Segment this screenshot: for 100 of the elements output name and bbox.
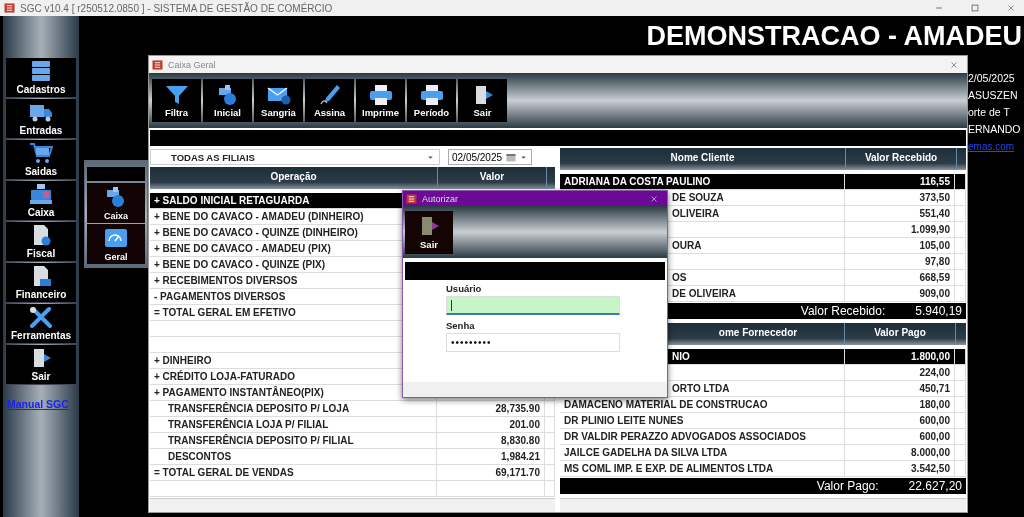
app-title: SGC v10.4 [ r250512.0850 ] - SISTEMA DE GESTÃO DE COMÉRCIO — [20, 2, 334, 14]
table-cell: JAILCE GADELHA DA SILVA LTDA — [564, 447, 728, 458]
table-cell: TRANSFERÊNCIA LOJA P/ FILIAL — [168, 419, 329, 430]
app-icon — [406, 193, 417, 204]
total-value: 22.627,20 — [908, 479, 962, 493]
table-cell: + CRÉDITO LOJA-FATURADO — [154, 371, 296, 382]
submenu-button[interactable]: Caixa — [87, 183, 145, 223]
sidebar-button[interactable]: Entradas — [6, 99, 76, 139]
date-field[interactable]: 02/05/2025 — [448, 149, 532, 165]
toolbar-button[interactable]: Sair — [405, 210, 453, 254]
table-row[interactable]: ADRIANA DA COSTA PAULINO 116,55 — [560, 174, 966, 190]
table-cell: DR VALDIR PERAZZO ADVOGADOS ASSOCIADOS — [564, 431, 806, 442]
table-row[interactable]: = TOTAL GERAL DE VENDAS 69,171.70 — [150, 465, 555, 481]
table-cell: + BENE DO CAVACO - AMADEU (PIX) — [154, 243, 331, 254]
toolbar-button[interactable]: Período — [407, 79, 456, 122]
toolbar-button[interactable]: Imprime — [356, 79, 405, 122]
table-cell: = TOTAL GERAL DE VENDAS — [154, 467, 294, 478]
table-cell: 600,00 — [919, 431, 950, 442]
table-cell: 180,00 — [919, 399, 950, 410]
panel-header — [87, 167, 145, 181]
column-header[interactable]: Valor — [479, 171, 505, 182]
user-field[interactable] — [446, 296, 620, 315]
table-cell: 600,00 — [919, 415, 950, 426]
info-text: orte de T — [968, 105, 1011, 120]
table-cell: DE SOUZA — [672, 192, 724, 203]
table-cell: + RECEBIMENTOS DIVERSOS — [154, 275, 298, 286]
table-cell: 224,00 — [919, 367, 950, 378]
table-cell: 8.000,00 — [911, 447, 950, 458]
table-row[interactable]: JAILCE GADELHA DA SILVA LTDA 8.000,00 — [560, 445, 966, 461]
table-row[interactable]: TRANSFERÊNCIA LOJA P/ FILIAL 201.00 — [150, 417, 555, 433]
total-label: Valor Recebido: — [800, 304, 886, 318]
column-header[interactable]: Valor Recebido — [864, 152, 938, 163]
table-cell: - PAGAMENTOS DIVERSOS — [154, 291, 286, 302]
sidebar-button[interactable]: Ferramentas — [6, 304, 76, 344]
dialog-title: Autorizar — [422, 193, 459, 204]
toolbar-button[interactable]: Filtra — [152, 79, 201, 122]
table-cell: + BENE DO CAVACO - QUINZE (DINHEIRO) — [154, 227, 358, 238]
toolbar-button[interactable]: Sangria — [254, 79, 303, 122]
toolbar-button[interactable]: Assina — [305, 79, 354, 122]
column-header[interactable]: ome Fornecedor — [718, 327, 798, 338]
column-header[interactable]: Nome Cliente — [670, 152, 735, 163]
table-cell: = TOTAL GERAL EM EFETIVO — [154, 307, 296, 318]
table-cell: + PAGAMENTO INSTANTÂNEO(PIX) — [154, 387, 324, 398]
close-button[interactable] — [1006, 3, 1016, 13]
table-cell: 373,50 — [919, 192, 950, 203]
info-text: ERNANDO — [968, 122, 1021, 137]
table-cell: OLIVEIRA — [672, 208, 720, 219]
toolbar-button[interactable]: Inicial — [203, 79, 252, 122]
app-icon — [152, 59, 163, 70]
register-icon — [29, 183, 53, 205]
sidebar-button[interactable]: Saidas — [6, 140, 76, 180]
info-text: ASUSZEN — [968, 88, 1019, 103]
close-button[interactable] — [949, 59, 959, 70]
table-row[interactable]: DR PLINIO LEITE NUNES 600,00 — [560, 413, 966, 429]
table-cell: DAMACENO MATERIAL DE CONSTRUCAO — [564, 399, 768, 410]
tools-icon — [29, 306, 53, 328]
sidebar-button[interactable]: Caixa — [6, 181, 76, 221]
table-cell: 668,59 — [919, 272, 950, 283]
table-cell: 1.800,00 — [911, 351, 950, 362]
maximize-button[interactable] — [970, 3, 980, 13]
company-heading: DEMONSTRACAO - AMADEU — [646, 21, 1022, 52]
sidebar-button[interactable]: Sair — [6, 345, 76, 385]
table-cell: 116,55 — [919, 176, 950, 187]
table-cell: 28,735.90 — [495, 403, 540, 414]
column-header[interactable]: Valor Pago — [874, 327, 926, 338]
toolbar-button[interactable]: Sair — [458, 79, 507, 122]
sidebar-button[interactable]: Financeiro — [6, 263, 76, 303]
cart-icon — [29, 142, 53, 164]
table-cell: 8,830.80 — [501, 435, 540, 446]
table-cell: 909,00 — [919, 288, 950, 299]
close-icon — [949, 59, 959, 70]
close-button[interactable] — [649, 193, 659, 204]
table-cell: ADRIANA DA COSTA PAULINO — [564, 176, 711, 187]
submenu-button[interactable]: Geral — [87, 224, 145, 264]
info-text: 2/05/2025 — [968, 71, 1016, 86]
window-title: Caixa Geral — [168, 59, 217, 70]
table-cell: 3.542,50 — [911, 463, 950, 474]
password-field[interactable]: ••••••••• — [446, 333, 620, 352]
table-row[interactable]: TRANSFERÊNCIA DEPOSITO P/ LOJA 28,735.90 — [150, 401, 555, 417]
calendar-icon — [505, 151, 517, 163]
funnel-icon — [164, 83, 189, 106]
table-row[interactable]: DR VALDIR PERAZZO ADVOGADOS ASSOCIADOS 600,00 — [560, 429, 966, 445]
app-icon — [4, 3, 15, 13]
table-row[interactable]: MS COML IMP. E EXP. DE ALIMENTOS LTDA 3.542,50 — [560, 461, 966, 477]
table-cell: NIO — [672, 351, 690, 362]
table-cell: TRANSFERÊNCIA DEPOSITO P/ FILIAL — [168, 435, 354, 446]
column-header[interactable]: Operação — [270, 171, 317, 182]
table-cell: ORTO LTDA — [672, 383, 730, 394]
total-value: 5.940,19 — [915, 304, 962, 318]
table-cell: MS COML IMP. E EXP. DE ALIMENTOS LTDA — [564, 463, 774, 474]
sidebar-button[interactable]: Fiscal — [6, 222, 76, 262]
table-cell: OURA — [672, 240, 702, 251]
branch-dropdown[interactable]: TODAS AS FILIAIS — [150, 149, 440, 165]
table-row[interactable]: TRANSFERÊNCIA DEPOSITO P/ FILIAL 8,830.80 — [150, 433, 555, 449]
table-cell: + BENE DO CAVACO - QUINZE (PIX) — [154, 259, 326, 270]
table-cell: 551,40 — [919, 208, 950, 219]
table-row[interactable]: DESCONTOS 1,984.21 — [150, 449, 555, 465]
printer-icon — [368, 83, 393, 106]
sidebar-button[interactable]: Cadastros — [6, 58, 76, 98]
table-cell: 1.099,90 — [911, 224, 950, 235]
